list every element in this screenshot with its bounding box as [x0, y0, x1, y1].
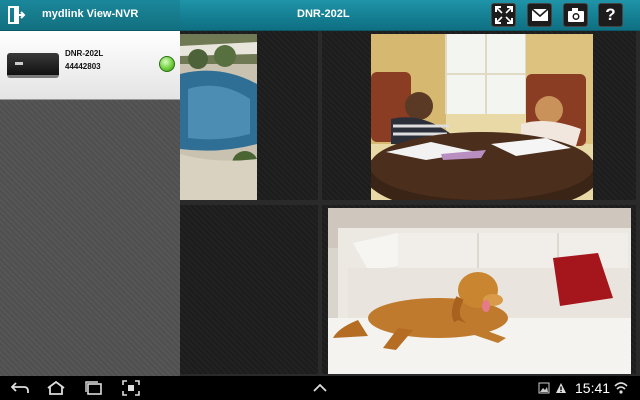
app-title: mydlink View-NVR [42, 8, 139, 20]
back-icon[interactable] [10, 380, 30, 396]
recent-apps-icon[interactable] [84, 380, 104, 396]
wifi-icon [614, 382, 628, 394]
camera-view-2[interactable] [322, 31, 636, 200]
device-sidebar: DNR-202L 44442803 [0, 31, 180, 376]
nvr-device-icon [7, 53, 59, 78]
online-status-icon [159, 56, 175, 72]
device-name: DNR-202L [65, 49, 104, 58]
help-icon: ? [605, 5, 616, 24]
home-icon[interactable] [46, 380, 66, 396]
warning-icon [556, 383, 566, 393]
screenshot-icon[interactable] [122, 380, 140, 396]
device-id: 44442803 [65, 62, 101, 71]
clock: 15:41 [575, 380, 611, 396]
exit-icon[interactable] [6, 5, 26, 25]
mail-icon [530, 8, 549, 21]
camera-feed-pool [180, 34, 257, 200]
image-icon [538, 382, 550, 394]
top-bar: mydlink View-NVR DNR-202L ? [0, 0, 640, 31]
camera-view-1[interactable] [180, 31, 318, 200]
mail-button[interactable] [527, 3, 552, 27]
device-list-item[interactable]: DNR-202L 44442803 [0, 31, 180, 100]
fullscreen-button[interactable] [491, 3, 516, 27]
camera-view-4[interactable] [322, 205, 636, 374]
snapshot-button[interactable] [563, 3, 588, 27]
system-nav-bar: 15:41 [0, 376, 640, 400]
fullscreen-icon [494, 6, 513, 24]
device-title: DNR-202L [297, 8, 350, 20]
chevron-up-icon[interactable] [312, 380, 328, 396]
camera-feed-living-room [328, 208, 631, 374]
camera-feed-kids [371, 34, 593, 200]
camera-icon [567, 8, 584, 22]
camera-view-3[interactable] [180, 205, 318, 374]
help-button[interactable]: ? [598, 3, 623, 27]
